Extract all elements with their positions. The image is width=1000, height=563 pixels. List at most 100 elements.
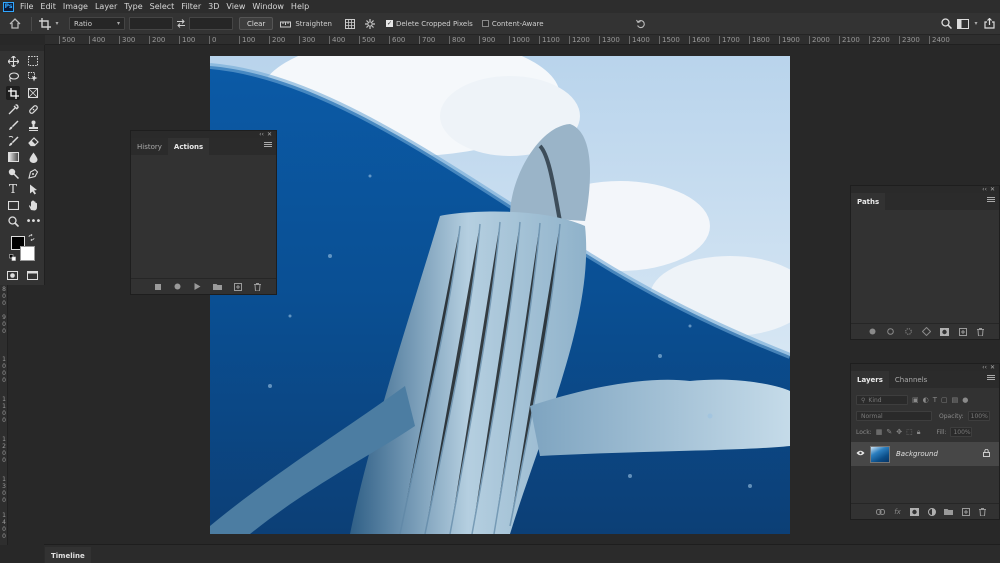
brush-tool-icon[interactable] bbox=[6, 118, 20, 132]
tab-channels[interactable]: Channels bbox=[889, 371, 933, 388]
object-selection-tool-icon[interactable] bbox=[26, 70, 40, 84]
menu-image[interactable]: Image bbox=[63, 2, 88, 11]
fill-path-icon[interactable] bbox=[868, 327, 877, 336]
rectangle-tool-icon[interactable] bbox=[6, 198, 20, 212]
content-aware-checkbox[interactable]: Content-Aware bbox=[481, 20, 544, 28]
ratio-height-input[interactable] bbox=[189, 17, 233, 30]
panel-header-bar[interactable]: ‹‹ ✕ bbox=[851, 364, 999, 371]
straighten-level-icon[interactable] bbox=[277, 20, 293, 28]
dodge-tool-icon[interactable] bbox=[6, 166, 20, 180]
menu-filter[interactable]: Filter bbox=[181, 2, 201, 11]
menu-help[interactable]: Help bbox=[291, 2, 309, 11]
layer-kind-filter[interactable]: ⚲ Kind bbox=[856, 395, 908, 405]
swap-colors-icon[interactable] bbox=[27, 233, 35, 241]
panel-menu-icon[interactable] bbox=[987, 375, 995, 380]
blur-tool-icon[interactable] bbox=[26, 150, 40, 164]
tab-timeline[interactable]: Timeline bbox=[45, 547, 91, 563]
tab-layers[interactable]: Layers bbox=[851, 371, 889, 388]
add-layer-mask-icon[interactable] bbox=[910, 507, 919, 516]
layer-row-background[interactable]: Background bbox=[851, 442, 999, 466]
filter-shape-icon[interactable]: ▢ bbox=[941, 396, 948, 404]
delete-trash-icon[interactable] bbox=[976, 327, 985, 336]
workspace-layout-icon[interactable] bbox=[954, 18, 972, 29]
rectangular-marquee-tool-icon[interactable] bbox=[26, 54, 40, 68]
lock-position-icon[interactable]: ✥ bbox=[896, 428, 902, 436]
crop-settings-gear-icon[interactable] bbox=[362, 18, 378, 29]
filter-toggle-icon[interactable]: ● bbox=[962, 396, 968, 404]
paths-list[interactable] bbox=[851, 210, 999, 323]
gradient-tool-icon[interactable] bbox=[6, 150, 20, 164]
home-icon[interactable] bbox=[4, 18, 26, 29]
new-path-icon[interactable] bbox=[958, 327, 967, 336]
default-colors-icon[interactable] bbox=[8, 253, 16, 261]
close-panel-icon[interactable]: ✕ bbox=[267, 131, 272, 138]
menu-layer[interactable]: Layer bbox=[95, 2, 117, 11]
filter-pixel-icon[interactable]: ▣ bbox=[912, 396, 919, 404]
lock-transparent-pixels-icon[interactable]: ▦ bbox=[876, 428, 883, 436]
clone-stamp-tool-icon[interactable] bbox=[26, 118, 40, 132]
straighten-label[interactable]: Straighten bbox=[295, 20, 332, 28]
new-action-icon[interactable] bbox=[233, 282, 242, 291]
load-path-as-selection-icon[interactable] bbox=[904, 327, 913, 336]
screen-mode-icon[interactable] bbox=[25, 268, 39, 282]
stroke-path-icon[interactable] bbox=[886, 327, 895, 336]
adjustment-layer-icon[interactable] bbox=[927, 507, 936, 516]
tool-preset-chevron-down-icon[interactable]: ▾ bbox=[53, 20, 61, 27]
actions-list[interactable] bbox=[131, 155, 276, 278]
overlay-grid-icon[interactable] bbox=[342, 18, 358, 29]
create-set-folder-icon[interactable] bbox=[213, 282, 222, 291]
new-group-folder-icon[interactable] bbox=[944, 507, 953, 516]
make-work-path-icon[interactable] bbox=[922, 327, 931, 336]
menu-select[interactable]: Select bbox=[150, 2, 175, 11]
eyedropper-tool-icon[interactable] bbox=[6, 102, 20, 116]
delete-cropped-pixels-checkbox[interactable]: ✓ Delete Cropped Pixels bbox=[385, 20, 473, 28]
panel-menu-icon[interactable] bbox=[987, 197, 995, 202]
panel-header-bar[interactable]: ‹‹ ✕ bbox=[131, 131, 276, 138]
search-icon[interactable] bbox=[938, 18, 954, 29]
background-color-swatch[interactable] bbox=[20, 246, 35, 261]
tab-paths[interactable]: Paths bbox=[851, 193, 886, 210]
type-tool-icon[interactable]: T bbox=[6, 182, 20, 196]
play-icon[interactable] bbox=[193, 282, 202, 291]
menu-type[interactable]: Type bbox=[124, 2, 142, 11]
tab-history[interactable]: History bbox=[131, 138, 168, 155]
fill-input[interactable]: 100% bbox=[950, 427, 973, 437]
layer-style-fx-icon[interactable]: fx bbox=[893, 507, 902, 516]
more-tools-ellipsis-icon[interactable]: ••• bbox=[26, 214, 42, 228]
filter-adjustment-icon[interactable]: ◐ bbox=[923, 396, 929, 404]
ratio-select[interactable]: Ratio ▾ bbox=[69, 17, 125, 30]
add-mask-icon[interactable] bbox=[940, 327, 949, 336]
lock-image-pixels-icon[interactable]: ✎ bbox=[886, 428, 892, 436]
menu-window[interactable]: Window bbox=[252, 2, 284, 11]
frame-tool-icon[interactable] bbox=[26, 86, 40, 100]
eye-visibility-icon[interactable] bbox=[856, 450, 865, 458]
eraser-tool-icon[interactable] bbox=[26, 134, 40, 148]
crop-tool-icon[interactable] bbox=[37, 17, 53, 30]
left-ruler[interactable]: 8 0 0 9 0 0 1 0 0 0 1 1 0 0 1 2 0 0 1 3 … bbox=[0, 285, 8, 545]
swap-dimensions-icon[interactable] bbox=[173, 19, 189, 28]
collapse-panel-icon[interactable]: ‹‹ bbox=[259, 131, 264, 138]
panel-menu-icon[interactable] bbox=[264, 142, 272, 147]
hand-tool-icon[interactable] bbox=[26, 198, 40, 212]
delete-trash-icon[interactable] bbox=[253, 282, 262, 291]
ratio-width-input[interactable] bbox=[129, 17, 173, 30]
layer-lock-icon[interactable] bbox=[983, 448, 990, 459]
stop-playing-icon[interactable] bbox=[153, 282, 162, 291]
record-icon[interactable] bbox=[173, 282, 182, 291]
workspace-chevron-down-icon[interactable]: ▾ bbox=[972, 20, 980, 27]
close-panel-icon[interactable]: ✕ bbox=[990, 364, 995, 371]
move-tool-icon[interactable] bbox=[6, 54, 20, 68]
tab-actions[interactable]: Actions bbox=[167, 138, 210, 155]
delete-trash-icon[interactable] bbox=[978, 507, 987, 516]
history-brush-tool-icon[interactable] bbox=[6, 134, 20, 148]
menu-view[interactable]: View bbox=[226, 2, 245, 11]
lasso-tool-icon[interactable] bbox=[6, 70, 20, 84]
zoom-tool-icon[interactable] bbox=[6, 214, 20, 228]
opacity-input[interactable]: 100% bbox=[967, 411, 990, 421]
crop-tool-icon[interactable] bbox=[6, 86, 20, 100]
menu-3d[interactable]: 3D bbox=[208, 2, 219, 11]
pen-tool-icon[interactable] bbox=[26, 166, 40, 180]
reset-crop-icon[interactable] bbox=[634, 19, 648, 29]
new-layer-icon[interactable] bbox=[961, 507, 970, 516]
menu-file[interactable]: File bbox=[20, 2, 33, 11]
